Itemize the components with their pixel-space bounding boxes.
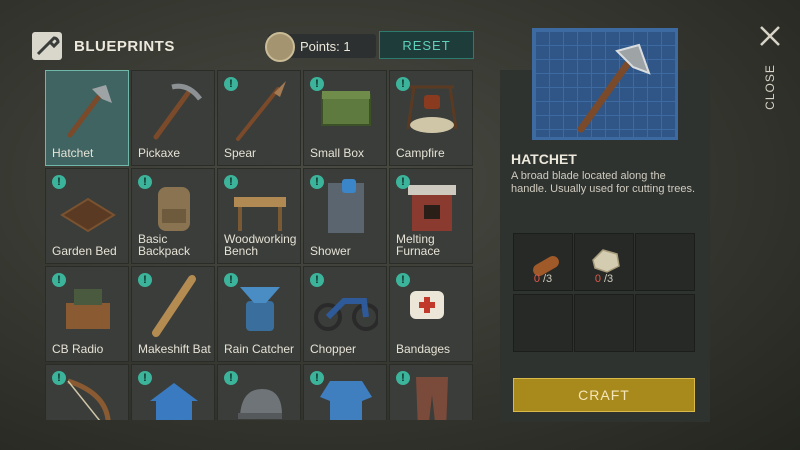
blueprint-item[interactable]: ! Campfire (389, 70, 473, 166)
blueprint-item-label: Shower (310, 244, 351, 258)
new-badge-icon: ! (224, 175, 238, 189)
motorcycle-icon (314, 298, 378, 331)
resource-slot (574, 294, 634, 352)
close-label: CLOSE (763, 64, 777, 110)
blueprint-item[interactable]: ! Rain Catcher (217, 266, 301, 362)
new-badge-icon: ! (52, 175, 66, 189)
close-button[interactable]: CLOSE (758, 58, 782, 118)
blueprint-item[interactable]: ! (45, 364, 129, 420)
new-badge-icon: ! (310, 371, 324, 385)
rain-catcher-icon (240, 287, 280, 331)
resource-slot: 0 /3 (513, 233, 573, 291)
page-title: BLUEPRINTS (74, 38, 175, 55)
furnace-icon (408, 185, 456, 231)
radio-icon (66, 289, 110, 329)
blueprint-item-label: Garden Bed (52, 244, 117, 258)
wrench-icon (32, 32, 62, 60)
new-badge-icon: ! (224, 371, 238, 385)
blueprint-item[interactable]: ! Garden Bed (45, 168, 129, 264)
pickaxe-icon (153, 83, 202, 140)
bandage-icon (410, 291, 444, 319)
blueprint-item-label: Small Box (310, 146, 365, 160)
close-icon[interactable] (756, 22, 784, 50)
new-badge-icon: ! (138, 371, 152, 385)
blueprint-item[interactable]: ! Chopper (303, 266, 387, 362)
blueprint-item[interactable]: ! (131, 364, 215, 420)
blueprint-item-label: Campfire (396, 146, 445, 160)
resource-slot: 0 /3 (574, 233, 634, 291)
new-badge-icon: ! (396, 371, 410, 385)
blueprint-item-label: Spear (224, 146, 257, 160)
blueprint-item[interactable]: ! Woodworking Bench (217, 168, 301, 264)
blueprint-item-label: CB Radio (52, 342, 104, 356)
new-badge-icon: ! (52, 371, 66, 385)
blueprint-item[interactable]: Pickaxe (131, 70, 215, 166)
points-stone-icon (265, 32, 295, 62)
blueprint-item-label: Rain Catcher (224, 342, 295, 356)
spear-icon (236, 81, 286, 141)
new-badge-icon: ! (138, 273, 152, 287)
hatchet-icon (67, 85, 112, 138)
blueprint-item[interactable]: ! Bandages (389, 266, 473, 362)
new-badge-icon: ! (224, 273, 238, 287)
shower-icon (328, 179, 364, 233)
blueprint-item-label: Pickaxe (138, 146, 181, 160)
new-badge-icon: ! (310, 77, 324, 91)
blueprint-item[interactable]: ! Shower (303, 168, 387, 264)
blueprint-item-label: Woodworking Bench (224, 232, 297, 258)
new-badge-icon: ! (52, 273, 66, 287)
resource-count: 0 /3 (533, 273, 553, 285)
blueprint-item-label: Hatchet (52, 146, 94, 160)
box-icon (321, 91, 371, 126)
new-badge-icon: ! (396, 175, 410, 189)
blueprint-item[interactable]: ! Spear (217, 70, 301, 166)
campfire-icon (406, 85, 458, 133)
blueprint-item-label: Melting Furnace (396, 232, 441, 258)
blueprint-grid: Hatchet Pickaxe! Spear! Small Box! Campfire!… (45, 70, 475, 420)
blueprint-item[interactable]: ! (217, 364, 301, 420)
resource-count: 0 /3 (594, 273, 614, 285)
new-badge-icon: ! (396, 77, 410, 91)
backpack-icon (158, 187, 190, 231)
blueprint-item-label: Makeshift Bat (138, 342, 211, 356)
item-name: HATCHET (511, 151, 577, 167)
new-badge-icon: ! (310, 273, 324, 287)
craft-button[interactable]: CRAFT (513, 378, 695, 412)
garden-bed-icon (60, 197, 116, 233)
bat-icon (152, 275, 196, 337)
blueprint-item[interactable]: ! (303, 364, 387, 420)
blueprint-item-label: Chopper (310, 342, 357, 356)
new-badge-icon: ! (396, 273, 410, 287)
blueprint-item[interactable]: Hatchet (45, 70, 129, 166)
stone-icon (592, 249, 620, 273)
item-description: A broad blade located along the handle. … (511, 170, 696, 195)
blueprint-item[interactable]: ! Basic Backpack (131, 168, 215, 264)
new-badge-icon: ! (310, 175, 324, 189)
points-label: Points: 1 (300, 39, 351, 54)
hatchet-icon (577, 43, 651, 133)
log-icon (533, 256, 559, 276)
blueprint-item[interactable]: ! Small Box (303, 70, 387, 166)
new-badge-icon: ! (138, 175, 152, 189)
bench-icon (234, 197, 286, 231)
blueprint-item[interactable]: ! CB Radio (45, 266, 129, 362)
blueprint-item-label: Bandages (396, 342, 451, 356)
resource-slot (513, 294, 573, 352)
resource-slot (635, 233, 695, 291)
blueprint-item[interactable]: ! Melting Furnace (389, 168, 473, 264)
blueprint-item[interactable]: ! (389, 364, 473, 420)
blueprint-item-label: Basic Backpack (138, 232, 191, 258)
blueprint-item[interactable]: ! Makeshift Bat (131, 266, 215, 362)
reset-button[interactable]: RESET (379, 31, 474, 59)
resource-slot (635, 294, 695, 352)
blueprint-image (532, 28, 678, 140)
new-badge-icon: ! (224, 77, 238, 91)
